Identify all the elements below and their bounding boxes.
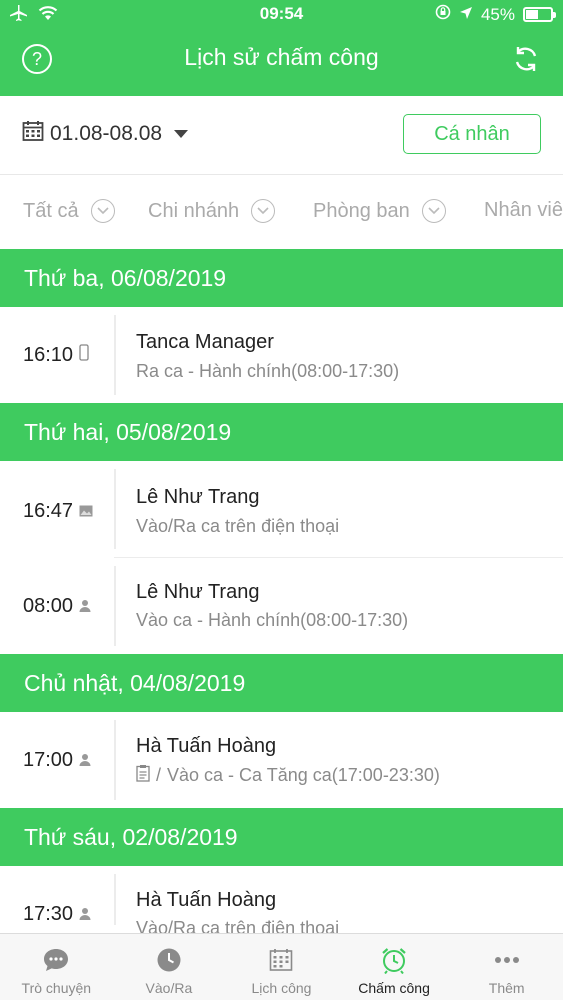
divider bbox=[114, 566, 116, 646]
battery-percent: 45% bbox=[480, 4, 515, 24]
employee-name: Tanca Manager bbox=[136, 331, 274, 353]
tab-chat[interactable]: Trò chuyện bbox=[0, 934, 113, 1000]
filter-all[interactable]: Tất cả bbox=[23, 199, 115, 223]
tab-label: Lịch công bbox=[251, 980, 312, 996]
entry-time: 08:00 bbox=[23, 595, 74, 617]
list-item[interactable]: 17:00 Hà Tuấn Hoàng / Vào ca - Ca Tăng c… bbox=[0, 712, 563, 808]
date-range-value: 01.08-08.08 bbox=[50, 122, 163, 145]
divider bbox=[114, 315, 116, 395]
day-header: Chủ nhật, 04/08/2019 bbox=[0, 654, 563, 712]
entry-detail: Vào ca - Ca Tăng ca(17:00-23:30) bbox=[167, 765, 440, 785]
employee-name: Lê Như Trang bbox=[136, 581, 260, 603]
clock-icon bbox=[156, 946, 182, 974]
more-icon bbox=[494, 946, 520, 974]
list-item[interactable]: 17:30 Hà Tuấn Hoàng Vào/Ra ca trên điện … bbox=[0, 866, 563, 933]
tab-label: Chấm công bbox=[358, 980, 430, 996]
top-bar: 09:54 45% ? Lịch sử chấm công bbox=[0, 0, 563, 96]
entry-time: 16:10 bbox=[23, 344, 74, 366]
divider bbox=[114, 720, 116, 800]
entry-time: 17:30 bbox=[23, 903, 74, 925]
entry-time: 17:00 bbox=[23, 749, 74, 771]
tab-check-in-out[interactable]: Vào/Ra bbox=[113, 934, 226, 1000]
entry-detail: Vào ca - Hành chính(08:00-17:30) bbox=[136, 610, 409, 630]
filter-dropdown-row: Tất cả Chi nhánh Phòng ban Nhân viên bbox=[0, 175, 563, 249]
location-icon bbox=[459, 5, 473, 25]
tab-label: Vào/Ra bbox=[145, 980, 193, 996]
day-header: Thứ ba, 06/08/2019 bbox=[0, 249, 563, 307]
entry-detail: Vào/Ra ca trên điện thoại bbox=[136, 918, 340, 933]
filter-department[interactable]: Phòng ban bbox=[313, 199, 446, 223]
list-item[interactable]: 08:00 Lê Như Trang Vào ca - Hành chính(0… bbox=[0, 558, 563, 654]
calendar-icon bbox=[22, 120, 44, 148]
chevron-down-icon bbox=[421, 199, 446, 223]
chat-icon bbox=[42, 946, 70, 974]
filter-employee[interactable]: Nhân viên bbox=[484, 199, 563, 222]
phone-icon bbox=[79, 344, 89, 367]
tab-label: Trò chuyện bbox=[21, 980, 92, 996]
entry-detail: Vào/Ra ca trên điện thoại bbox=[136, 516, 340, 536]
filter-branch[interactable]: Chi nhánh bbox=[148, 199, 276, 223]
date-filter-row: 01.08-08.08 Cá nhân bbox=[0, 96, 563, 174]
chevron-down-icon bbox=[90, 199, 115, 223]
status-bar: 09:54 45% bbox=[0, 0, 563, 30]
list-item[interactable]: 16:47 Lê Như Trang Vào/Ra ca trên điện t… bbox=[0, 461, 563, 557]
day-header: Thứ hai, 05/08/2019 bbox=[0, 403, 563, 461]
personal-button[interactable]: Cá nhân bbox=[403, 114, 541, 154]
entry-detail: Ra ca - Hành chính(08:00-17:30) bbox=[136, 361, 400, 381]
person-icon bbox=[79, 749, 91, 772]
filter-label: Tất cả bbox=[23, 199, 79, 222]
tab-schedule[interactable]: Lịch công bbox=[225, 934, 338, 1000]
tab-timekeeping[interactable]: Chấm công bbox=[338, 934, 451, 1000]
employee-name: Lê Như Trang bbox=[136, 486, 260, 508]
list-item[interactable]: 16:10 Tanca Manager Ra ca - Hành chính(0… bbox=[0, 307, 563, 403]
alarm-icon bbox=[380, 946, 408, 974]
lock-rotation-icon bbox=[435, 4, 451, 25]
image-icon bbox=[79, 500, 93, 523]
filter-label: Nhân viên bbox=[484, 199, 563, 221]
tab-bar: Trò chuyện Vào/Ra Lịch công Chấm công Th… bbox=[0, 933, 563, 1000]
clipboard-icon bbox=[136, 764, 150, 787]
tab-label: Thêm bbox=[488, 980, 525, 996]
chevron-down-icon bbox=[251, 199, 276, 223]
refresh-icon[interactable] bbox=[511, 44, 541, 74]
caret-down-icon bbox=[174, 130, 189, 138]
filter-label: Phòng ban bbox=[313, 199, 410, 222]
tab-more[interactable]: Thêm bbox=[450, 934, 563, 1000]
divider bbox=[114, 469, 116, 549]
employee-name: Hà Tuấn Hoàng bbox=[136, 889, 277, 911]
person-icon bbox=[79, 903, 91, 926]
day-header: Thứ sáu, 02/08/2019 bbox=[0, 808, 563, 866]
employee-name: Hà Tuấn Hoàng bbox=[136, 735, 277, 757]
filter-label: Chi nhánh bbox=[148, 199, 240, 222]
detail-prefix: / bbox=[156, 765, 162, 785]
entry-time: 16:47 bbox=[23, 500, 74, 522]
battery-icon bbox=[523, 7, 556, 22]
person-icon bbox=[79, 595, 91, 618]
divider bbox=[114, 874, 116, 925]
calendar-icon bbox=[269, 946, 293, 974]
date-range-picker[interactable]: 01.08-08.08 bbox=[22, 120, 189, 148]
page-title: Lịch sử chấm công bbox=[184, 44, 379, 70]
